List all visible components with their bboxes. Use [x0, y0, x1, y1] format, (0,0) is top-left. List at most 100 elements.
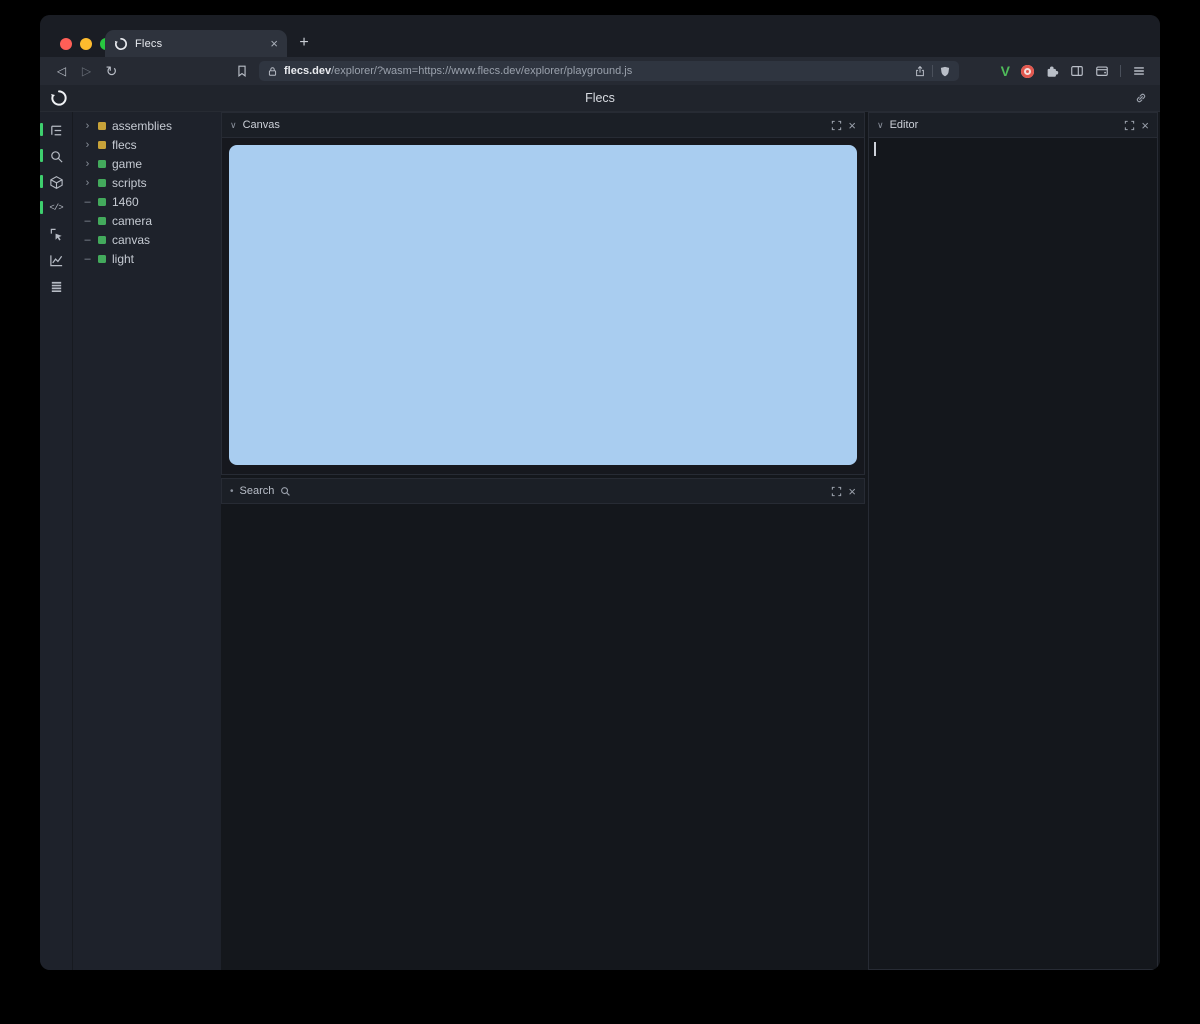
canvas-panel-header[interactable]: ∨ Canvas ×	[222, 113, 864, 138]
entity-color-swatch	[98, 141, 106, 149]
code-icon: </>	[49, 203, 62, 213]
sidebar-toggle-icon[interactable]	[1070, 64, 1084, 78]
tree-label: camera	[112, 214, 152, 228]
icon-rail: </>	[40, 112, 72, 970]
editor-panel: ∨ Editor ×	[868, 112, 1158, 970]
canvas-panel: ∨ Canvas ×	[221, 112, 865, 475]
rail-item-inspect[interactable]	[40, 226, 72, 242]
new-tab-button[interactable]: +	[295, 34, 313, 52]
tree-row-light[interactable]: – light	[73, 249, 221, 268]
rail-item-code[interactable]: </>	[40, 200, 72, 216]
red-extension-icon[interactable]	[1021, 65, 1034, 78]
entity-color-swatch	[98, 255, 106, 263]
tree-row-game[interactable]: › game	[73, 154, 221, 173]
collapse-chevron-icon[interactable]: ∨	[230, 120, 237, 131]
fullscreen-icon[interactable]	[831, 486, 842, 497]
entity-color-swatch	[98, 160, 106, 168]
editor-panel-header[interactable]: ∨ Editor ×	[869, 113, 1157, 138]
menu-hamburger-icon[interactable]	[1132, 64, 1146, 78]
expand-chevron-icon[interactable]: ›	[83, 139, 92, 151]
share-icon[interactable]	[914, 65, 926, 78]
tab-bar: Flecs × +	[40, 15, 1160, 57]
tree-label: assemblies	[112, 119, 172, 133]
entity-tree-panel: › assemblies › flecs › game › sc	[72, 112, 221, 970]
flecs-favicon-icon	[114, 37, 128, 51]
tree-row-scripts[interactable]: › scripts	[73, 173, 221, 192]
leaf-connector: –	[83, 253, 92, 265]
expand-chevron-icon[interactable]: ›	[83, 177, 92, 189]
leaf-connector: –	[83, 234, 92, 246]
back-button[interactable]: ◁	[54, 65, 69, 77]
rail-item-stats[interactable]	[40, 278, 72, 294]
wallet-icon[interactable]	[1095, 64, 1109, 78]
editor-panel-title: Editor	[890, 119, 919, 131]
navigation-bar: ◁ ▷ ↻ flecs.dev/explorer/?wasm=https://w…	[40, 57, 1160, 85]
rail-item-scene[interactable]	[40, 174, 72, 190]
tree-row-canvas[interactable]: – canvas	[73, 230, 221, 249]
extension-toolbar: V	[1001, 63, 1146, 79]
url-bar[interactable]: flecs.dev/explorer/?wasm=https://www.fle…	[259, 61, 959, 81]
rail-item-entity-tree[interactable]	[40, 122, 72, 138]
app-main: </> › assemblies	[40, 112, 1160, 970]
tree-row-camera[interactable]: – camera	[73, 211, 221, 230]
tree-row-1460[interactable]: – 1460	[73, 192, 221, 211]
chart-icon	[49, 253, 64, 268]
close-panel-icon[interactable]: ×	[848, 485, 856, 498]
close-panel-icon[interactable]: ×	[848, 119, 856, 132]
inspect-cursor-icon	[49, 227, 64, 242]
entity-color-swatch	[98, 179, 106, 187]
url-divider	[932, 65, 933, 77]
search-icon	[49, 149, 64, 164]
entity-color-swatch	[98, 122, 106, 130]
code-editor[interactable]	[869, 138, 1157, 968]
search-panel: • Search ×	[221, 478, 865, 504]
tree-row-flecs[interactable]: › flecs	[73, 135, 221, 154]
flecs-logo-icon[interactable]	[50, 89, 68, 107]
stats-icon	[49, 279, 64, 294]
rail-item-charts[interactable]	[40, 252, 72, 268]
search-panel-header[interactable]: • Search ×	[222, 479, 864, 503]
webgl-canvas[interactable]	[229, 145, 857, 465]
cube-icon	[49, 175, 64, 190]
expand-chevron-icon[interactable]: ›	[83, 158, 92, 170]
content-area: ∨ Canvas × • Search	[221, 112, 1160, 970]
toolbar-divider	[1120, 65, 1121, 77]
entity-color-swatch	[98, 198, 106, 206]
share-link-icon[interactable]	[1134, 91, 1148, 105]
canvas-panel-title: Canvas	[243, 119, 280, 131]
url-domain: flecs.dev	[284, 65, 331, 77]
entity-color-swatch	[98, 236, 106, 244]
fullscreen-icon[interactable]	[1124, 120, 1135, 131]
tree-label: canvas	[112, 233, 150, 247]
bookmark-icon[interactable]	[235, 64, 249, 78]
rail-item-search[interactable]	[40, 148, 72, 164]
url-text: flecs.dev/explorer/?wasm=https://www.fle…	[284, 65, 908, 77]
tree-label: light	[112, 252, 134, 266]
tree-label: flecs	[112, 138, 137, 152]
fullscreen-icon[interactable]	[831, 120, 842, 131]
vimium-extension-icon[interactable]: V	[1001, 63, 1010, 79]
text-caret	[874, 142, 876, 156]
browser-tab[interactable]: Flecs ×	[105, 30, 287, 57]
tree-icon	[49, 123, 64, 138]
tree-row-assemblies[interactable]: › assemblies	[73, 116, 221, 135]
expand-chevron-icon[interactable]: ›	[83, 120, 92, 132]
tab-close-icon[interactable]: ×	[270, 37, 278, 50]
forward-button[interactable]: ▷	[79, 65, 94, 77]
search-panel-title: Search	[240, 485, 275, 497]
collapse-chevron-icon[interactable]: ∨	[877, 120, 884, 131]
url-path: /explorer/?wasm=https://www.flecs.dev/ex…	[331, 65, 632, 77]
canvas-body	[229, 145, 857, 465]
lock-icon	[267, 66, 278, 77]
bullet-icon: •	[230, 486, 234, 497]
tree-label: scripts	[112, 176, 147, 190]
leaf-connector: –	[83, 215, 92, 227]
minimize-window-button[interactable]	[80, 38, 92, 50]
browser-window: Flecs × + ◁ ▷ ↻ flecs.dev/explorer/?wasm…	[40, 15, 1160, 970]
shield-icon[interactable]	[939, 65, 951, 78]
tab-title: Flecs	[135, 38, 263, 50]
close-window-button[interactable]	[60, 38, 72, 50]
close-panel-icon[interactable]: ×	[1141, 119, 1149, 132]
reload-button[interactable]: ↻	[104, 64, 119, 78]
extensions-puzzle-icon[interactable]	[1045, 64, 1059, 78]
